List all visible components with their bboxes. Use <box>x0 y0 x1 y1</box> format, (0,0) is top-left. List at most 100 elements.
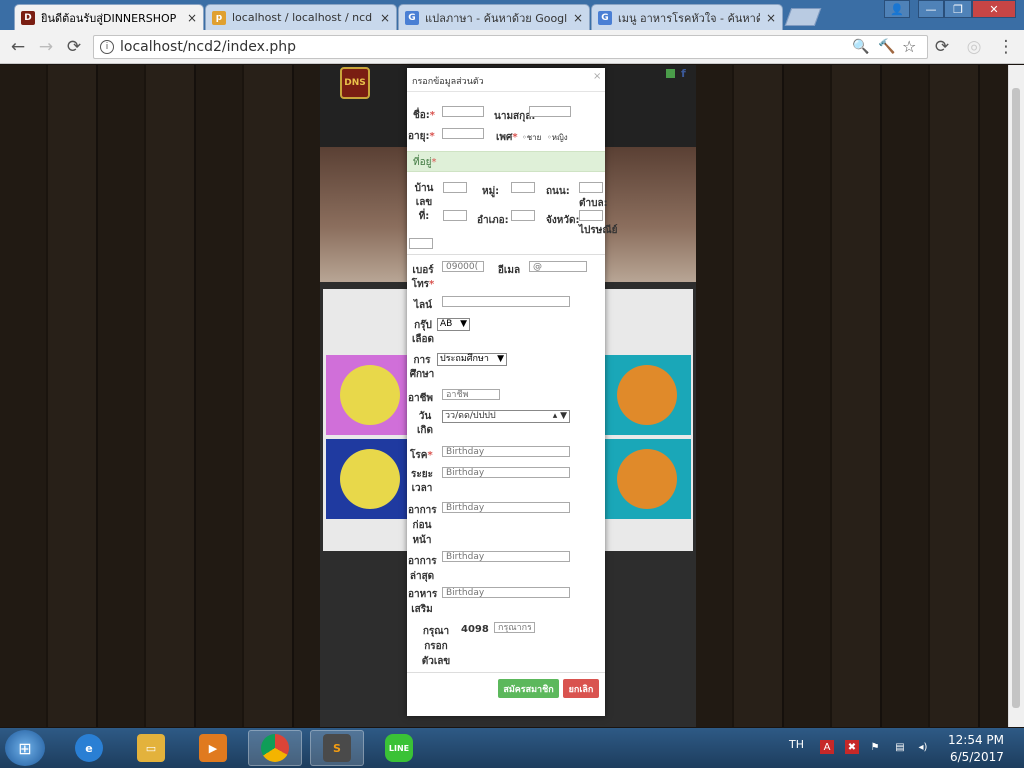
taskbar-chrome[interactable] <box>248 730 302 766</box>
forward-button[interactable]: → <box>36 37 56 57</box>
user-profile-button[interactable]: 👤 <box>884 0 910 18</box>
education-value: ประถมศึกษา <box>440 354 489 364</box>
first-name-input[interactable] <box>442 106 484 117</box>
district-label: อำเภอ: <box>477 215 509 226</box>
security-tray-icon[interactable]: ✖ <box>845 740 859 754</box>
disease-input[interactable] <box>442 446 570 457</box>
footer-divider <box>407 672 605 673</box>
tools-icon[interactable]: 🔨 <box>878 39 895 55</box>
modal-header: กรอกข้อมูลส่วนตัว × <box>407 68 605 92</box>
moo-input[interactable] <box>511 182 535 193</box>
minimize-button[interactable]: — <box>918 0 944 18</box>
facebook-icon[interactable]: f <box>681 67 686 80</box>
last-name-input[interactable] <box>529 106 571 117</box>
clock-date[interactable]: 6/5/2017 <box>950 750 1004 764</box>
drink-tile[interactable] <box>326 355 414 435</box>
maximize-button[interactable]: ❐ <box>944 0 972 18</box>
address-bar[interactable]: i localhost/ncd2/index.php 🔍 🔨 ☆ <box>93 35 928 59</box>
tab-close-icon[interactable]: × <box>573 11 583 25</box>
first-name-label: ชื่อ:* <box>413 110 436 121</box>
chevron-down-icon: ▼ <box>460 319 467 329</box>
extension-icon[interactable]: ◎ <box>964 37 984 57</box>
info-icon[interactable]: i <box>100 40 114 54</box>
modal-title: กรอกข้อมูลส่วนตัว <box>412 77 484 87</box>
duration-input[interactable] <box>442 467 570 478</box>
tab-label: เมนู อาหารโรคหัวใจ - ค้นหาด้วย <box>618 11 760 25</box>
network-icon[interactable]: ▤ <box>893 740 907 754</box>
blood-group-label: กรุ๊ปเลือด <box>411 320 435 345</box>
taskbar-internet-explorer[interactable]: e <box>62 730 116 766</box>
occupation-input[interactable] <box>442 389 500 400</box>
tab-close-icon[interactable]: × <box>187 11 197 25</box>
education-select[interactable]: ประถมศึกษา ▼ <box>437 353 507 366</box>
tab-label: ยินดีต้อนรับสู่DINNERSHOP <box>41 11 177 25</box>
food-image <box>617 449 677 509</box>
birthdate-input[interactable]: วว/ดด/ปปปป ▴ ▼ <box>442 410 570 423</box>
age-label: อายุ:* <box>408 131 435 142</box>
email-input[interactable] <box>529 261 587 272</box>
disease-label: โรค* <box>410 450 433 461</box>
windows-taskbar: ⊞ e ▭ ▶ S LINE TH A ✖ ⚑ ▤ ◂) 12:54 PM 6/… <box>0 728 1024 768</box>
tab-google-heart-food[interactable]: G เมนู อาหารโรคหัวใจ - ค้นหาด้วย × <box>591 4 783 30</box>
captcha-input[interactable] <box>494 622 535 633</box>
internet-explorer-icon: e <box>75 734 103 762</box>
bookmark-star-icon[interactable]: ☆ <box>902 37 916 56</box>
province-input[interactable] <box>579 210 603 221</box>
tab-label: localhost / localhost / ncd <box>232 11 373 24</box>
chrome-icon <box>261 734 289 762</box>
chat-icon[interactable] <box>666 69 675 78</box>
register-button[interactable]: สมัครสมาชิก <box>498 679 559 698</box>
close-icon[interactable]: × <box>593 71 601 82</box>
acrobat-tray-icon[interactable]: A <box>820 740 834 754</box>
phone-input[interactable] <box>442 261 484 272</box>
taskbar-line[interactable]: LINE <box>372 730 426 766</box>
new-tab-button[interactable] <box>784 8 822 26</box>
previous-symptom-input[interactable] <box>442 502 570 513</box>
tab-dinnershop[interactable]: D ยินดีต้อนรับสู่DINNERSHOP × <box>14 4 204 30</box>
input-language-indicator[interactable]: TH <box>789 738 804 751</box>
road-input[interactable] <box>579 182 603 193</box>
tab-close-icon[interactable]: × <box>380 11 390 25</box>
action-center-flag-icon[interactable]: ⚑ <box>868 740 882 754</box>
site-logo[interactable]: DNS <box>340 67 370 99</box>
line-input[interactable] <box>442 296 570 307</box>
url-text[interactable]: localhost/ncd2/index.php <box>120 39 296 55</box>
taskbar-file-explorer[interactable]: ▭ <box>124 730 178 766</box>
house-no-input[interactable] <box>443 182 467 193</box>
recent-symptom-input[interactable] <box>442 551 570 562</box>
back-button[interactable]: ← <box>8 37 28 57</box>
supplement-input[interactable] <box>442 587 570 598</box>
tab-phpmyadmin[interactable]: p localhost / localhost / ncd × <box>205 4 397 30</box>
blood-group-value: AB <box>440 319 453 329</box>
volume-icon[interactable]: ◂) <box>916 740 930 754</box>
reload-button[interactable]: ⟳ <box>64 37 84 57</box>
house-no-input-2[interactable] <box>443 210 467 221</box>
postcode-input[interactable] <box>409 238 433 249</box>
divider <box>407 254 605 255</box>
close-window-button[interactable]: ✕ <box>972 0 1016 18</box>
promotion-image <box>340 449 400 509</box>
food-tile[interactable] <box>603 439 691 519</box>
cake-tile[interactable] <box>603 355 691 435</box>
zoom-icon[interactable]: 🔍 <box>852 39 869 55</box>
gender-male-radio[interactable]: ◦ชาย <box>522 131 541 144</box>
google-icon: G <box>405 10 419 25</box>
blood-group-select[interactable]: AB ▼ <box>437 318 470 331</box>
address-section-header: ที่อยู่* <box>407 151 605 172</box>
tab-close-icon[interactable]: × <box>766 11 776 25</box>
tab-google-translate[interactable]: G แปลภาษา - ค้นหาด้วย Google × <box>398 4 590 30</box>
age-input[interactable] <box>442 128 484 139</box>
district-input[interactable] <box>511 210 535 221</box>
taskbar-media-player[interactable]: ▶ <box>186 730 240 766</box>
cancel-button[interactable]: ยกเลิก <box>563 679 599 698</box>
sublime-text-icon: S <box>323 734 351 762</box>
scrollbar-thumb[interactable] <box>1012 88 1020 708</box>
start-button[interactable]: ⊞ <box>5 730 45 766</box>
extension-sync-icon[interactable]: ⟳ <box>932 37 952 57</box>
promotion-tile[interactable] <box>326 439 414 519</box>
cake-image <box>617 365 677 425</box>
clock-time[interactable]: 12:54 PM <box>948 733 1004 747</box>
taskbar-sublime-text[interactable]: S <box>310 730 364 766</box>
menu-icon[interactable]: ⋮ <box>996 37 1016 57</box>
gender-female-radio[interactable]: ◦หญิง <box>547 131 568 144</box>
